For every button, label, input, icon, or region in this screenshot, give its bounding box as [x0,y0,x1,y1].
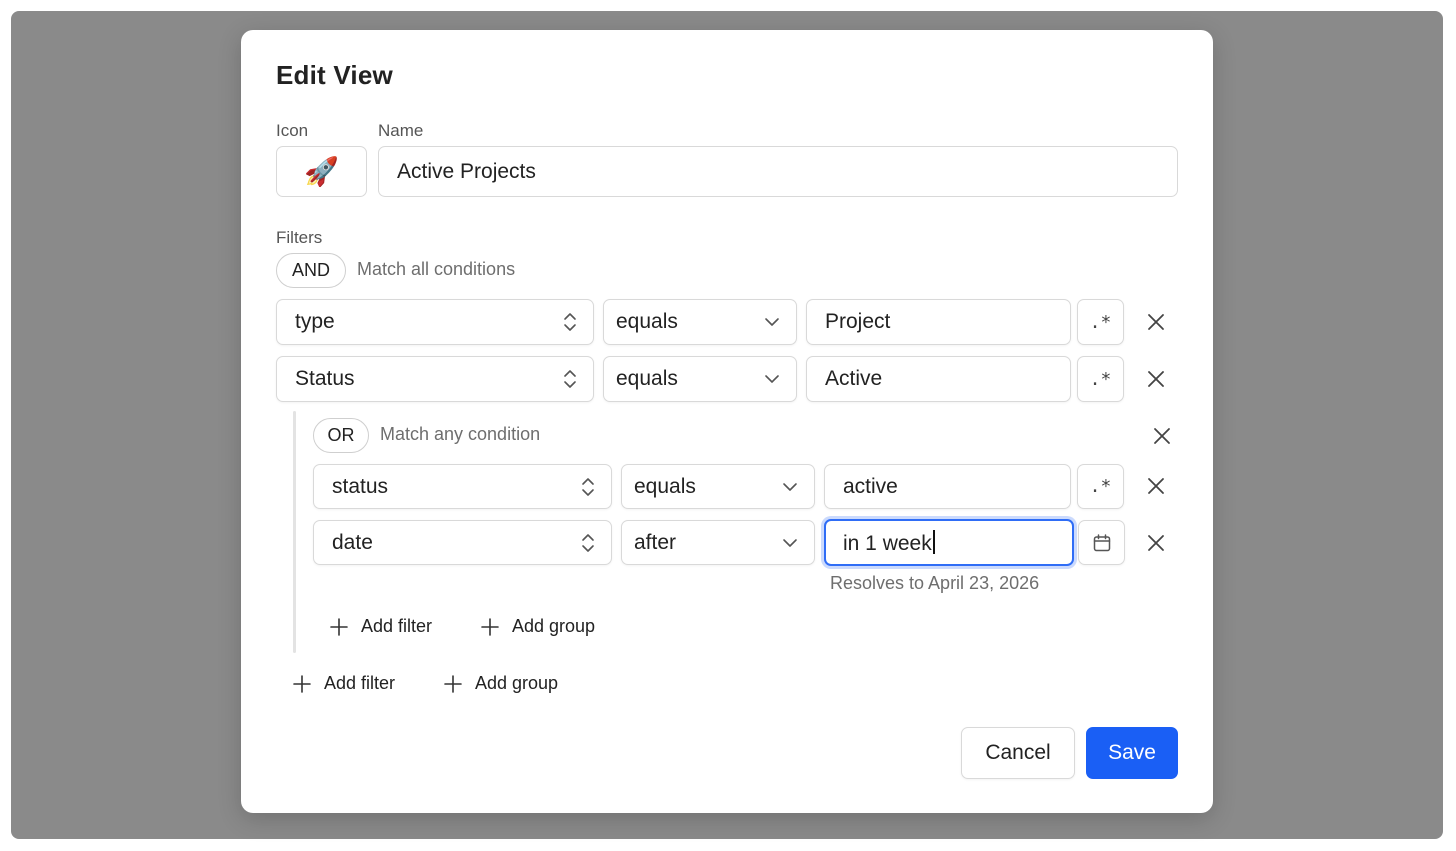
filter-field-select[interactable]: Status [276,356,594,402]
filter-comparator-value: equals [616,367,678,390]
filter-field-value: status [332,474,389,498]
nested-add-filter-button[interactable]: Add filter [329,616,432,637]
remove-filter-button[interactable] [1145,368,1167,390]
add-group-label: Add group [512,616,596,636]
remove-filter-button[interactable] [1145,311,1167,333]
regex-toggle-button[interactable]: .* [1077,356,1124,402]
updown-chevron-icon [582,533,594,552]
add-filter-label: Add filter [324,673,396,693]
add-group-button[interactable]: Add group [443,673,558,694]
nested-group-indicator [293,411,296,653]
close-icon [1154,428,1170,444]
and-operator-toggle[interactable]: AND [276,253,346,288]
filter-field-select[interactable]: date [313,520,612,565]
remove-filter-button[interactable] [1145,532,1167,554]
date-resolution-hint: Resolves to April 23, 2026 [830,573,1040,593]
add-filter-button[interactable]: Add filter [292,673,395,694]
name-input-value: Active Projects [397,160,536,183]
name-input[interactable]: Active Projects [378,146,1178,197]
filters-label: Filters [276,228,323,247]
updown-chevron-icon [564,370,576,388]
icon-picker-button[interactable]: 🚀 [276,146,367,197]
filter-comparator-value: after [634,530,677,554]
filter-field-select[interactable]: status [313,464,612,509]
chevron-down-icon [765,375,779,383]
match-all-description: Match all conditions [357,259,516,279]
add-filter-label: Add filter [361,616,433,636]
filter-value-input[interactable]: Project [806,299,1071,345]
filter-field-value: Status [295,367,355,390]
filter-value-text: Active [825,367,883,390]
filter-comparator-value: equals [634,474,696,498]
text-cursor [932,529,935,554]
plus-icon [330,617,348,636]
filter-field-value: date [332,530,373,554]
updown-chevron-icon [582,477,594,496]
filter-comparator-select[interactable]: equals [603,356,797,402]
filter-value-text: Project [825,310,891,333]
dialog-title: Edit View [276,60,393,90]
filter-comparator-select[interactable]: after [621,520,815,565]
remove-group-button[interactable] [1151,425,1173,447]
date-value-input[interactable]: in 1 week [824,519,1074,566]
close-icon [1148,371,1164,387]
save-button[interactable]: Save [1086,727,1178,779]
regex-toggle-button[interactable]: .* [1077,464,1124,509]
icon-label: Icon [276,121,309,140]
nested-add-group-button[interactable]: Add group [480,616,595,637]
filter-field-value: type [295,310,335,333]
calendar-icon [1093,533,1110,551]
name-label: Name [378,121,424,140]
plus-icon [444,674,462,693]
regex-toggle-button[interactable]: .* [1077,299,1124,345]
or-operator-toggle[interactable]: OR [313,418,369,453]
filter-value-input[interactable]: active [824,464,1071,509]
cancel-button[interactable]: Cancel [961,727,1075,779]
remove-filter-button[interactable] [1145,475,1167,497]
close-icon [1148,535,1164,551]
plus-icon [293,674,311,693]
close-icon [1148,478,1164,494]
filter-comparator-value: equals [616,310,678,333]
plus-icon [481,617,499,636]
filter-field-select[interactable]: type [276,299,594,345]
updown-chevron-icon [564,313,576,331]
chevron-down-icon [783,482,797,491]
filter-comparator-select[interactable]: equals [603,299,797,345]
filter-comparator-select[interactable]: equals [621,464,815,509]
close-icon [1148,314,1164,330]
add-group-label: Add group [475,673,559,693]
chevron-down-icon [783,538,797,547]
date-picker-button[interactable] [1078,520,1125,565]
date-value-text: in 1 week [843,531,932,555]
filter-value-input[interactable]: Active [806,356,1071,402]
match-any-description: Match any condition [380,424,541,444]
chevron-down-icon [765,318,779,326]
filter-value-text: active [843,474,898,498]
